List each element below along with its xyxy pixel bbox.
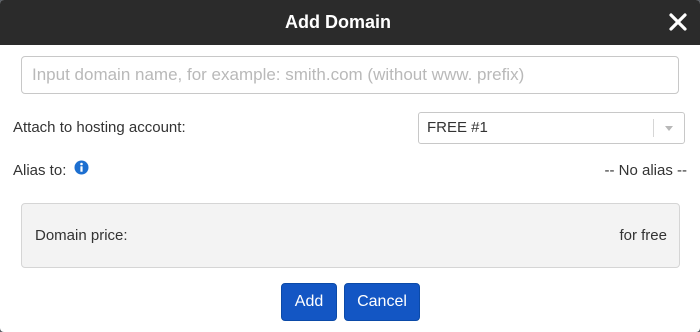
select-divider [653, 119, 654, 137]
add-button[interactable]: Add [281, 283, 337, 321]
close-icon[interactable] [666, 10, 690, 34]
hosting-account-select[interactable]: FREE #1 [418, 112, 685, 144]
domain-price-box: Domain price: for free [21, 203, 680, 268]
cancel-button[interactable]: Cancel [344, 283, 420, 321]
domain-name-input[interactable] [21, 56, 679, 94]
add-domain-dialog: Add Domain Attach to hosting account: FR… [0, 0, 700, 332]
hosting-account-selected-value: FREE #1 [427, 119, 488, 136]
hosting-account-label: Attach to hosting account: [13, 119, 186, 136]
dialog-title: Add Domain [285, 12, 391, 32]
chevron-down-icon[interactable] [665, 126, 673, 131]
dialog-header: Add Domain [0, 0, 700, 45]
alias-label: Alias to: [13, 162, 67, 179]
domain-price-value: for free [619, 227, 667, 244]
alias-value[interactable]: -- No alias -- [604, 162, 687, 179]
info-icon[interactable] [74, 160, 89, 175]
domain-price-label: Domain price: [35, 227, 128, 244]
